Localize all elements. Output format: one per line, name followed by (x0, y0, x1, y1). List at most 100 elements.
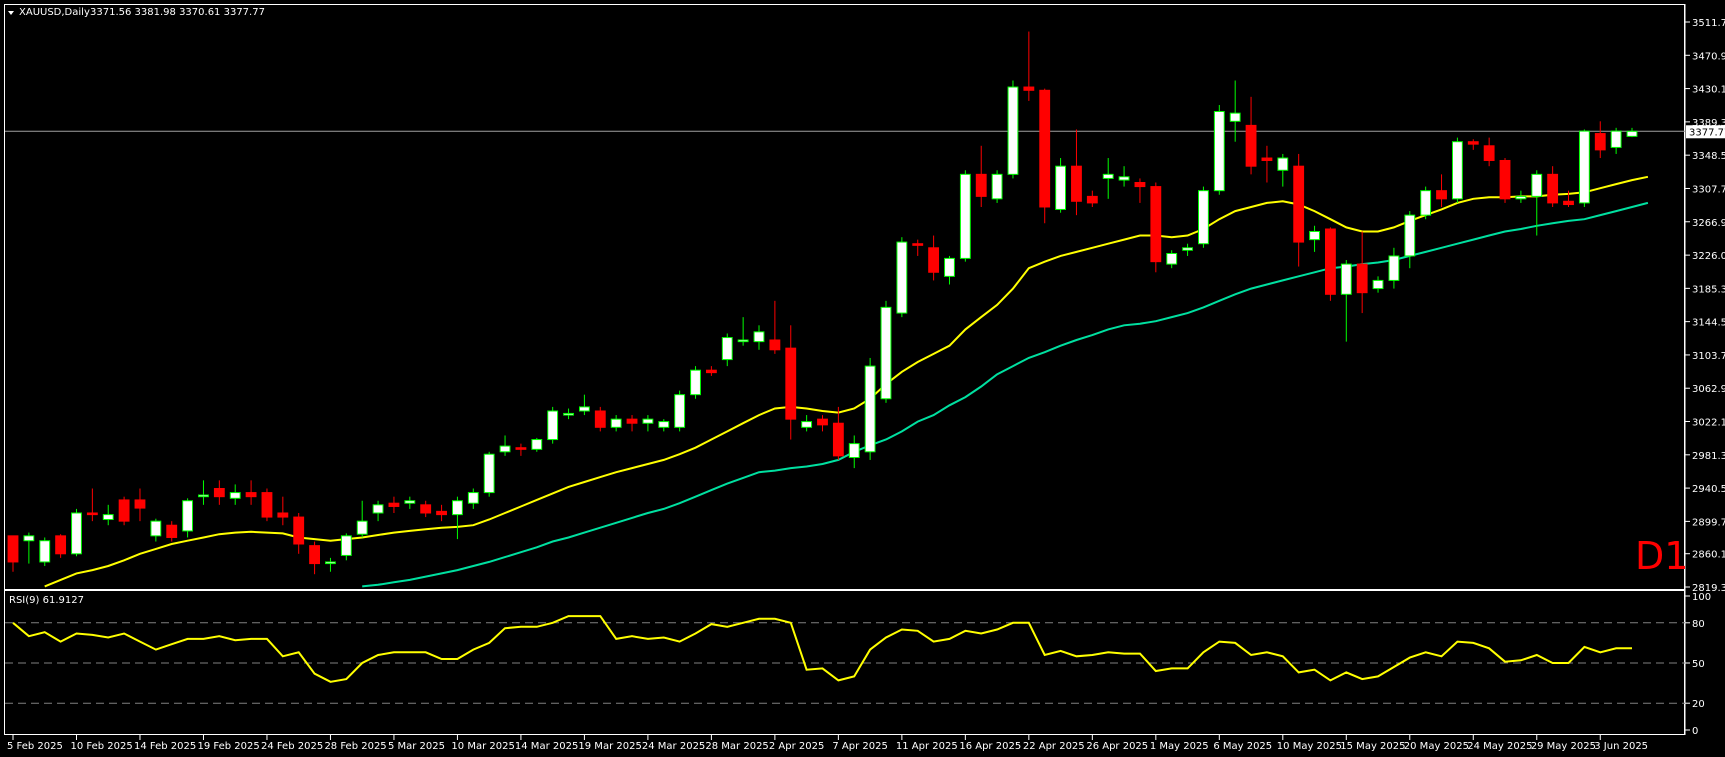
price-tick-label: 3307.70 (1692, 184, 1725, 195)
candle-body (1023, 86, 1035, 91)
candle-body (55, 535, 67, 555)
candle-body (467, 492, 479, 504)
ohlc-label: 3371.56 3381.98 3370.61 3377.77 (90, 7, 265, 18)
time-tick-label: 1 May 2025 (1150, 741, 1209, 752)
candle-body (1213, 111, 1225, 192)
price-tick-label: 2981.30 (1692, 451, 1725, 462)
time-tick-label: 26 Apr 2025 (1086, 741, 1148, 752)
candle-body (690, 369, 701, 396)
bull-candle (531, 437, 543, 452)
candle-body (372, 504, 384, 514)
candle-body (658, 421, 670, 428)
bull-candle (991, 170, 1003, 203)
candle-body (1515, 195, 1527, 200)
current-price-marker: 3377.77 (1686, 125, 1725, 139)
candle-body (356, 520, 368, 535)
candle-body (594, 410, 606, 428)
bear-candle (1150, 182, 1162, 273)
candle-body (1420, 190, 1432, 216)
candle-body (1610, 130, 1622, 148)
candle-body (1134, 182, 1146, 188)
candle-body (1451, 141, 1463, 200)
bull-candle (1198, 186, 1209, 248)
candle-body (721, 337, 733, 361)
bull-candle (71, 508, 82, 557)
price-tick-label: 3022.10 (1692, 418, 1725, 429)
candle-body (928, 247, 940, 273)
candle-body (102, 514, 114, 521)
candle-body (388, 502, 400, 507)
bull-candle (880, 300, 892, 403)
candle-body (1229, 112, 1241, 122)
candle-body (483, 453, 495, 494)
time-tick-label: 28 Feb 2025 (324, 741, 386, 752)
candle-body (1388, 255, 1400, 281)
candle-body (404, 500, 416, 504)
chart-background (0, 0, 1725, 757)
price-tick-label: 3430.10 (1692, 85, 1725, 96)
candle-body (1182, 247, 1193, 251)
price-tick-label: 3226.00 (1692, 251, 1725, 262)
candle-body (182, 500, 194, 532)
candle-body (1404, 214, 1416, 257)
candle-body (832, 422, 844, 457)
candle-body (213, 488, 225, 498)
bull-candle (959, 170, 971, 262)
time-tick-label: 6 May 2025 (1213, 741, 1272, 752)
candle-body (325, 561, 336, 565)
time-tick-label: 19 Mar 2025 (578, 741, 641, 752)
bear-candle (1325, 227, 1336, 301)
candle-body (626, 418, 638, 424)
candle-body (1467, 141, 1479, 145)
candle-body (515, 447, 527, 450)
candle-body (499, 445, 511, 453)
bull-candle (1213, 104, 1225, 195)
bull-candle (1578, 129, 1590, 207)
candle-body (912, 243, 924, 246)
candle-body (753, 331, 765, 343)
rsi-tick-label: 20 (1692, 699, 1705, 710)
candle-body (71, 512, 82, 555)
candle-body (944, 257, 955, 277)
time-tick-label: 24 Mar 2025 (642, 741, 705, 752)
bull-candle (864, 357, 876, 460)
bear-candle (261, 488, 273, 522)
candle-body (1102, 173, 1114, 179)
candle-body (705, 369, 717, 374)
bull-candle (39, 537, 51, 567)
time-tick-label: 16 Apr 2025 (959, 741, 1021, 752)
rsi-tick-label: 0 (1692, 726, 1698, 737)
candle-body (674, 394, 686, 428)
candle-body (1245, 124, 1257, 167)
bear-candle (118, 496, 130, 526)
candle-body (150, 520, 162, 537)
time-tick-label: 28 Mar 2025 (705, 741, 768, 752)
time-tick-label: 5 Mar 2025 (388, 741, 445, 752)
candle-body (166, 524, 178, 538)
candle-body (848, 443, 860, 459)
candle-body (1626, 130, 1638, 137)
candle-body (1007, 86, 1019, 175)
bull-candle (1420, 186, 1432, 220)
candle-body (277, 512, 289, 518)
candle-body (991, 173, 1003, 200)
candle-body (1166, 252, 1178, 265)
price-tick-label: 3470.90 (1692, 51, 1725, 62)
bear-candle (1039, 88, 1051, 224)
candle-body (1325, 228, 1336, 295)
candle-body (1531, 173, 1543, 197)
candle-body (23, 535, 35, 542)
candle-body (1293, 165, 1305, 243)
time-tick-label: 3 Jun 2025 (1594, 741, 1648, 752)
candle-body (737, 339, 749, 343)
candle-body (229, 492, 241, 499)
candle-body (880, 306, 892, 400)
price-tick-label: 3103.70 (1692, 351, 1725, 362)
time-tick-label: 10 Mar 2025 (451, 741, 514, 752)
candle-body (1277, 157, 1289, 171)
candle-body (959, 173, 971, 259)
candle-body (1578, 130, 1590, 204)
candle-body (1436, 190, 1447, 200)
candle-body (1261, 157, 1273, 161)
price-tick-label: 2899.70 (1692, 517, 1725, 528)
